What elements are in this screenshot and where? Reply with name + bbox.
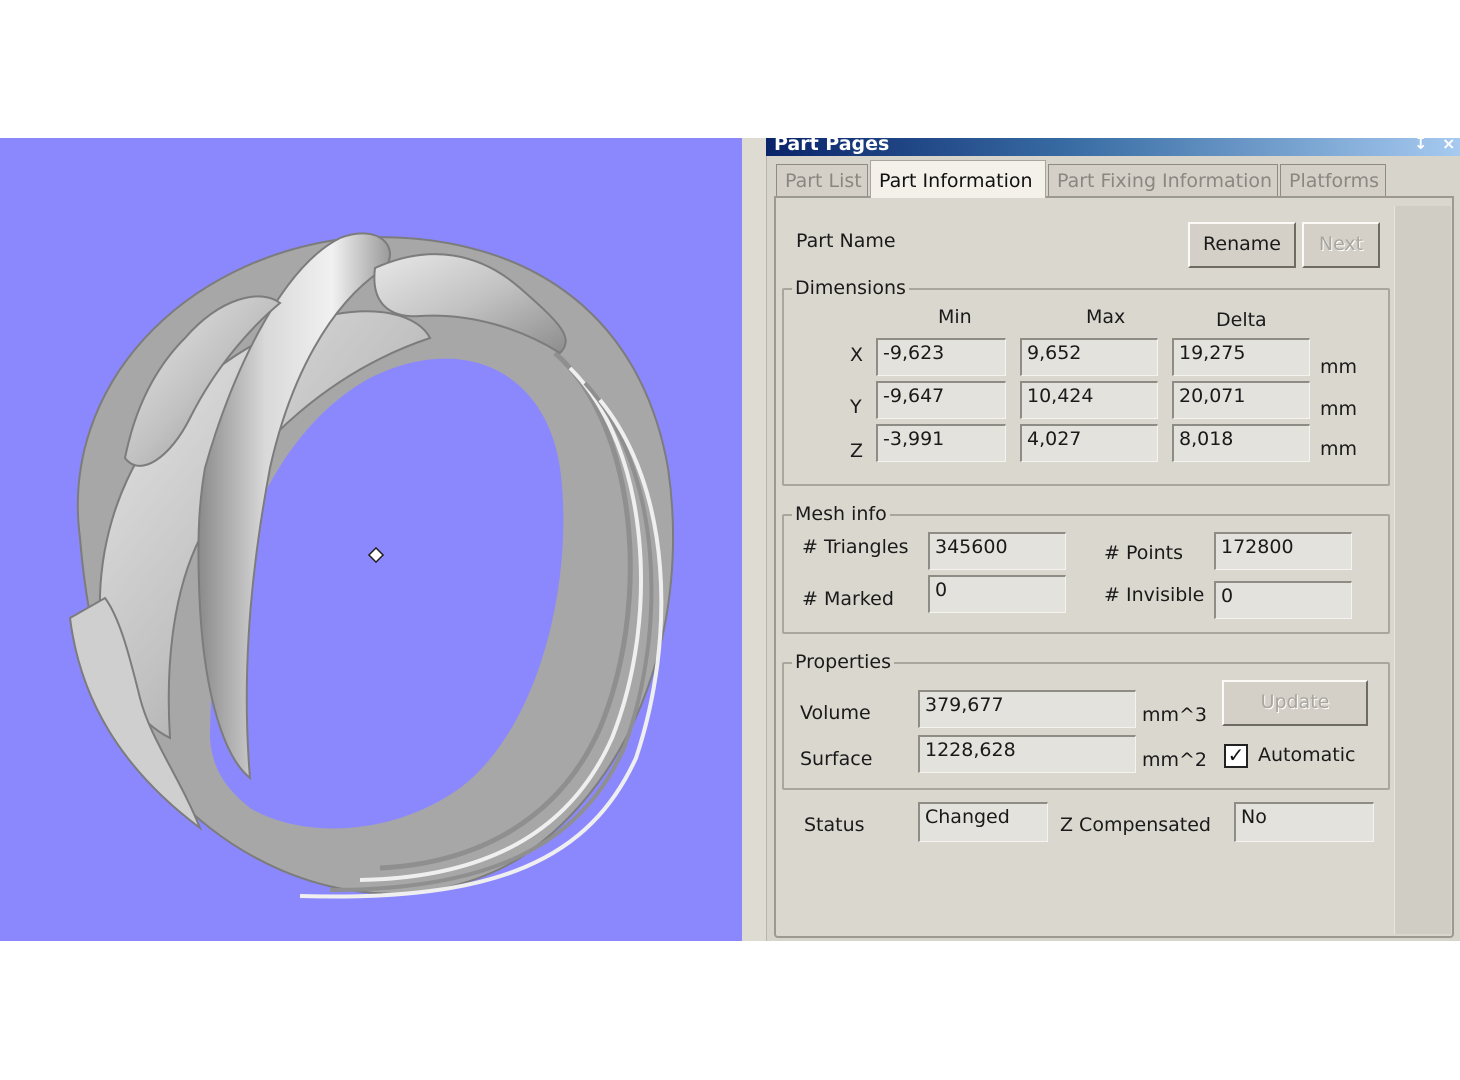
y-max-field: 10,424	[1020, 381, 1158, 419]
update-button[interactable]: Update	[1222, 680, 1368, 726]
automatic-checkbox[interactable]: ✓	[1224, 744, 1248, 768]
pin-icon[interactable]: ↧	[1414, 134, 1427, 153]
part-information-page: Part Name Rename Next Dimensions Min Max…	[774, 196, 1454, 938]
z-compensated-label: Z Compensated	[1060, 814, 1211, 836]
status-field: Changed	[918, 802, 1048, 842]
panel-splitter[interactable]	[742, 138, 767, 941]
3d-viewport[interactable]	[0, 138, 742, 941]
axis-label-x: X	[850, 344, 864, 366]
automatic-label: Automatic	[1258, 744, 1356, 766]
panel-title: Part Pages	[774, 133, 890, 155]
tab-part-fixing-information[interactable]: Part Fixing Information	[1048, 164, 1278, 196]
x-min-field: -9,623	[876, 338, 1006, 376]
volume-label: Volume	[800, 702, 871, 724]
part-pages-panel: Part Pages ↧ × Part List Part Informatio…	[742, 133, 1460, 941]
invisible-label: # Invisible	[1104, 584, 1205, 606]
surface-unit: mm^2	[1142, 749, 1208, 771]
z-min-field: -3,991	[876, 424, 1006, 462]
z-unit: mm	[1320, 438, 1358, 460]
header-delta: Delta	[1216, 309, 1267, 331]
part-name-label: Part Name	[796, 230, 896, 252]
axis-label-y: Y	[850, 396, 862, 418]
properties-title: Properties	[792, 651, 895, 673]
invisible-field: 0	[1214, 581, 1352, 619]
next-button[interactable]: Next	[1302, 222, 1380, 268]
mesh-info-title: Mesh info	[792, 503, 890, 525]
marked-label: # Marked	[802, 588, 894, 610]
surface-field: 1228,628	[918, 735, 1136, 773]
tab-part-information[interactable]: Part Information	[870, 160, 1046, 198]
ring-model	[68, 232, 674, 899]
tab-platforms[interactable]: Platforms	[1280, 164, 1386, 196]
volume-field: 379,677	[918, 690, 1136, 728]
tab-part-list[interactable]: Part List	[776, 164, 868, 196]
axis-label-z: Z	[850, 440, 864, 462]
volume-unit: mm^3	[1142, 704, 1208, 726]
panel-titlebar[interactable]: Part Pages ↧ ×	[766, 133, 1460, 156]
page-scroll-edge	[1394, 206, 1451, 934]
surface-label: Surface	[800, 748, 873, 770]
rename-button[interactable]: Rename	[1188, 222, 1296, 268]
triangles-field: 345600	[928, 532, 1066, 570]
close-icon[interactable]: ×	[1442, 134, 1455, 153]
z-compensated-field: No	[1234, 802, 1374, 842]
dimensions-title: Dimensions	[792, 277, 909, 299]
status-label: Status	[804, 814, 865, 836]
z-delta-field: 8,018	[1172, 424, 1310, 462]
points-field: 172800	[1214, 532, 1352, 570]
z-max-field: 4,027	[1020, 424, 1158, 462]
marked-field: 0	[928, 575, 1066, 613]
x-delta-field: 19,275	[1172, 338, 1310, 376]
points-label: # Points	[1104, 542, 1184, 564]
triangles-label: # Triangles	[802, 536, 909, 558]
y-min-field: -9,647	[876, 381, 1006, 419]
header-min: Min	[938, 306, 972, 328]
y-unit: mm	[1320, 398, 1358, 420]
y-delta-field: 20,071	[1172, 381, 1310, 419]
header-max: Max	[1086, 306, 1126, 328]
x-unit: mm	[1320, 356, 1358, 378]
x-max-field: 9,652	[1020, 338, 1158, 376]
